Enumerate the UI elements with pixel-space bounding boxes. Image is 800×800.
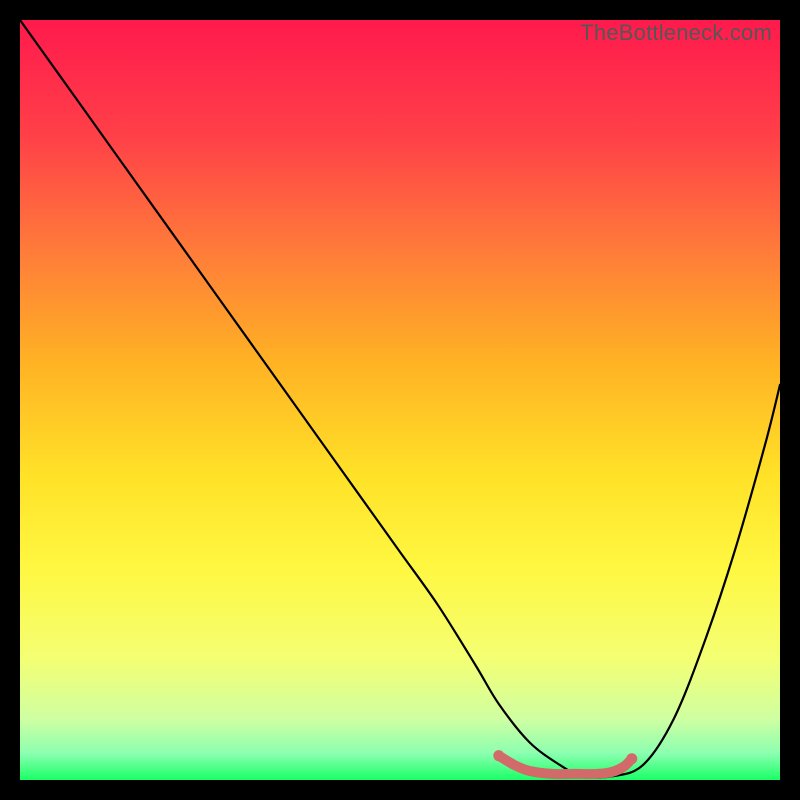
marker-endpoint-0 [493, 750, 504, 761]
watermark-text: TheBottleneck.com [580, 20, 772, 46]
chart-frame: TheBottleneck.com [20, 20, 780, 780]
chart-svg [20, 20, 780, 780]
marker-endpoint-1 [626, 753, 637, 764]
gradient-background [20, 20, 780, 780]
